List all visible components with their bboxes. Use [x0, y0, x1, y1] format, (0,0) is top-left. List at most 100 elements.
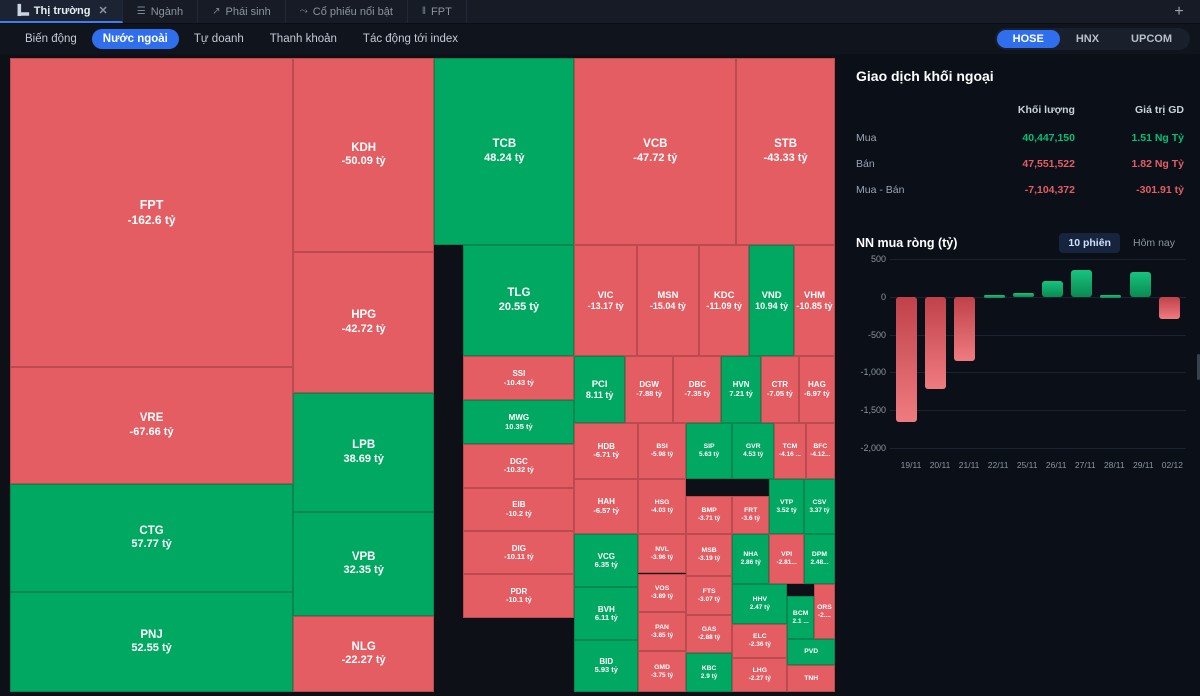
subnav-item-1[interactable]: Nước ngoài: [91, 29, 179, 49]
treemap-tile-gvr[interactable]: GVR 4.53 tỷ: [732, 423, 775, 480]
chart-bar-group[interactable]: [1009, 259, 1038, 448]
treemap-tile-bsi[interactable]: BSI -5.98 tỷ: [638, 423, 686, 480]
chart-bar-group[interactable]: [892, 259, 921, 448]
treemap-tile-nlg[interactable]: NLG -22.27 tỷ: [293, 615, 435, 692]
treemap-tile-elc[interactable]: ELC -2.36 tỷ: [732, 624, 788, 658]
treemap-tile-tcb[interactable]: TCB 48.24 tỷ: [434, 58, 575, 246]
treemap-tile-bmp[interactable]: BMP -3.71 tỷ: [686, 496, 733, 535]
tab-ng-nh[interactable]: ☰ Ngành: [123, 0, 199, 23]
treemap-tile-stb[interactable]: STB -43.33 tỷ: [736, 58, 835, 246]
subnav-item-2[interactable]: Tự doanh: [183, 29, 255, 49]
tab-ph-i-sinh[interactable]: ↗ Phái sinh: [198, 0, 286, 23]
chart-bar-28-11[interactable]: [1100, 294, 1122, 298]
chart-bar-22-11[interactable]: [983, 294, 1005, 298]
treemap-tile-hpg[interactable]: HPG -42.72 tỷ: [293, 252, 435, 393]
treemap-tile-msn[interactable]: MSN -15.04 tỷ: [636, 245, 700, 357]
treemap-tile-tcm[interactable]: TCM -4.16 ...: [774, 423, 806, 480]
chart-bar-group[interactable]: [1038, 259, 1067, 448]
chart-bar-27-11[interactable]: [1071, 269, 1093, 297]
chart-bar-25-11[interactable]: [1012, 293, 1034, 297]
treemap-tile-hhv[interactable]: HHV 2.47 tỷ: [732, 583, 788, 625]
treemap-tile-vos[interactable]: VOS -3.89 tỷ: [638, 573, 686, 613]
treemap-tile-gas[interactable]: GAS -2.88 tỷ: [686, 614, 733, 654]
treemap-tile-nvl[interactable]: NVL -3.96 tỷ: [638, 534, 686, 574]
treemap-tile-dgc[interactable]: DGC -10.32 tỷ: [463, 444, 575, 488]
exchange-upcom[interactable]: UPCOM: [1115, 30, 1188, 48]
add-tab-button[interactable]: +: [1166, 0, 1192, 24]
chart-bar-20-11[interactable]: [925, 296, 947, 389]
treemap-tile-hsg[interactable]: HSG -4.03 tỷ: [638, 479, 686, 535]
treemap-tile-ctg[interactable]: CTG 57.77 tỷ: [10, 484, 294, 592]
treemap-tile-vpb[interactable]: VPB 32.35 tỷ: [293, 512, 435, 616]
treemap-tile-ors[interactable]: ORS -2....: [813, 583, 835, 640]
chart-bar-group[interactable]: [950, 259, 979, 448]
treemap-tile-bid[interactable]: BID 5.93 tỷ: [574, 640, 639, 692]
chart-bar-group[interactable]: [1096, 259, 1125, 448]
close-icon[interactable]: ✕: [99, 4, 108, 17]
treemap-tile-csv[interactable]: CSV 3.37 tỷ: [803, 479, 835, 535]
treemap-tile-hvn[interactable]: HVN 7.21 tỷ: [721, 356, 761, 424]
treemap-tile-dig[interactable]: DIG -10.11 tỷ: [463, 531, 575, 575]
treemap-tile-dbc[interactable]: DBC -7.35 tỷ: [673, 356, 722, 424]
exchange-hose[interactable]: HOSE: [996, 30, 1060, 48]
subnav-item-4[interactable]: Tác động tới index: [352, 29, 469, 49]
chart-bar-group[interactable]: [1126, 259, 1155, 448]
treemap-tile-ctr[interactable]: CTR -7.05 tỷ: [760, 356, 799, 424]
chart-bar-21-11[interactable]: [954, 296, 976, 362]
range-button-0[interactable]: 10 phiên: [1059, 233, 1120, 253]
chart-bar-29-11[interactable]: [1129, 271, 1151, 297]
chart-bar-group[interactable]: [1067, 259, 1096, 448]
chart-bar-26-11[interactable]: [1042, 280, 1064, 297]
treemap-tile-vre[interactable]: VRE -67.66 tỷ: [10, 366, 294, 485]
treemap-tile-mwg[interactable]: MWG 10.35 tỷ: [463, 400, 575, 445]
treemap-tile-vcg[interactable]: VCG 6.35 tỷ: [574, 534, 639, 588]
treemap-tile-sip[interactable]: SIP 5.63 tỷ: [686, 423, 733, 480]
tab-th-tr-ng[interactable]: ▐▂ Thị trường ✕: [0, 0, 123, 23]
treemap-tile-nha[interactable]: NHA 2.86 tỷ: [732, 534, 770, 584]
treemap-tile-hag[interactable]: HAG -6.97 tỷ: [798, 356, 835, 424]
treemap-tile-tnh[interactable]: TNH: [787, 665, 835, 692]
treemap-tile-lpb[interactable]: LPB 38.69 tỷ: [293, 392, 435, 513]
treemap-tile-gmd[interactable]: GMD -3.75 tỷ: [638, 650, 686, 692]
treemap-tile-pci[interactable]: PCI 8.11 tỷ: [574, 356, 625, 424]
treemap-tile-lhg[interactable]: LHG -2.27 tỷ: [732, 657, 788, 692]
treemap-tile-frt[interactable]: FRT -3.6 tỷ: [732, 496, 770, 535]
treemap-tile-bcm[interactable]: BCM 2.1 ...: [787, 596, 814, 640]
tab-fpt[interactable]: ‖ FPT: [408, 0, 467, 23]
chart-bar-group[interactable]: [980, 259, 1009, 448]
treemap-tile-pnj[interactable]: PNJ 52.55 tỷ: [10, 591, 294, 692]
range-button-1[interactable]: Hôm nay: [1124, 233, 1184, 253]
exchange-hnx[interactable]: HNX: [1060, 30, 1115, 48]
chart-bar-02-12[interactable]: [1158, 296, 1180, 320]
treemap-tile-bvh[interactable]: BVH 6.11 tỷ: [574, 587, 639, 641]
treemap-tile-ssi[interactable]: SSI -10.43 tỷ: [463, 356, 575, 401]
treemap-tile-pan[interactable]: PAN -3.85 tỷ: [638, 612, 686, 651]
treemap-tile-msb[interactable]: MSB -3.19 tỷ: [686, 534, 733, 577]
treemap-tile-vtp[interactable]: VTP 3.52 tỷ: [769, 479, 804, 535]
treemap-tile-fpt[interactable]: FPT -162.6 tỷ: [10, 58, 294, 367]
treemap-tile-eib[interactable]: EIB -10.2 tỷ: [463, 487, 575, 532]
treemap-tile-vic[interactable]: VIC -13.17 tỷ: [574, 245, 637, 357]
treemap-tile-kdc[interactable]: KDC -11.09 tỷ: [699, 245, 750, 357]
net-foreign-buy-chart[interactable]: 500 0 -500 -1,000 -1,500 -2,000 19/11 20/11 21/1…: [856, 254, 1186, 474]
treemap-tile-kbc[interactable]: KBC 2.9 tỷ: [686, 653, 733, 692]
subnav-item-3[interactable]: Thanh khoản: [259, 29, 348, 49]
treemap-tile-fts[interactable]: FTS -3.07 tỷ: [686, 576, 733, 615]
chart-bar-group[interactable]: [921, 259, 950, 448]
tab-c-phi-u-n-i-b-t[interactable]: ⤳ Cổ phiếu nổi bật: [286, 0, 408, 23]
treemap-tile-pvd[interactable]: PVD: [787, 639, 835, 666]
treemap-tile-hdb[interactable]: HDB -6.71 tỷ: [574, 423, 639, 480]
treemap-tile-vpi[interactable]: VPI -2.81...: [769, 534, 804, 584]
treemap-tile-kdh[interactable]: KDH -50.09 tỷ: [293, 58, 435, 253]
treemap-tile-pdr[interactable]: PDR -10.1 tỷ: [463, 574, 575, 618]
chart-bar-19-11[interactable]: [896, 296, 918, 423]
foreign-flow-treemap[interactable]: FPT -162.6 tỷ VRE -67.66 tỷ CTG 57.77 tỷ PNJ 52…: [10, 58, 835, 692]
treemap-tile-bfc[interactable]: BFC -4.12...: [805, 423, 835, 480]
treemap-tile-tlg[interactable]: TLG 20.55 tỷ: [463, 245, 575, 357]
treemap-tile-vcb[interactable]: VCB -47.72 tỷ: [574, 58, 737, 246]
chart-bar-group[interactable]: [1155, 259, 1184, 448]
treemap-tile-dpm[interactable]: DPM 2.48...: [803, 534, 835, 584]
treemap-tile-hah[interactable]: HAH -6.57 tỷ: [574, 479, 639, 535]
treemap-tile-dgw[interactable]: DGW -7.88 tỷ: [624, 356, 674, 424]
treemap-tile-vnd[interactable]: VND 10.94 tỷ: [749, 245, 794, 357]
